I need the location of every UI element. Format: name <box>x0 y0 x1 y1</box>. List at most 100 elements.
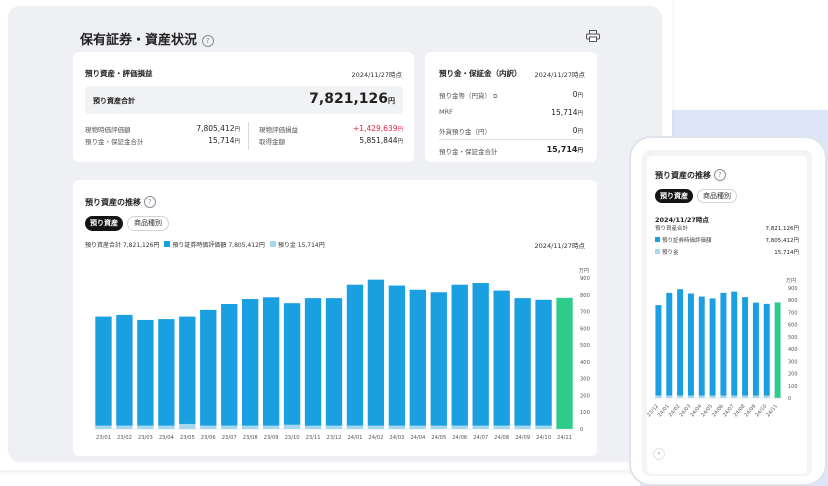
assets-card-title: 預り資産・評価損益 <box>85 69 153 78</box>
help-icon[interactable]: ? <box>201 35 214 47</box>
total-assets-box: 預り資産合計 7,821,126円 <box>85 86 403 114</box>
assets-trend-chart: 万円 0 100 200 300 400 500 600 700 800 900 23/01 23/02… <box>93 267 590 441</box>
y-axis-unit: 万円 <box>786 278 796 284</box>
bar-securities-24/05 <box>709 298 716 396</box>
phone-row-securities-value: 7,805,412円 <box>765 238 800 244</box>
bar-cash-24/01 <box>666 395 673 398</box>
desktop-frame: 保有証券・資産状況 ? 預り資産・評価損益 2024/11/27時点 預り資産合… <box>0 0 672 470</box>
market-value-number: 7,805,412 <box>196 124 235 133</box>
y-tick-label: 300 <box>788 359 798 365</box>
page-title: 保有証券・資産状況 ? <box>80 29 214 48</box>
x-tick-label: 23/12 <box>327 435 342 441</box>
bar-cash-24/03 <box>687 395 694 398</box>
bar-cash-24/05 <box>709 395 716 398</box>
bar-securities-24/10 <box>535 299 552 426</box>
y-tick-label: 600 <box>788 323 798 329</box>
y-tick-label: 700 <box>788 310 798 316</box>
bar-cash-23/07 <box>221 425 238 429</box>
cost-number: 5,851,844 <box>359 136 398 145</box>
y-tick-label: 0 <box>788 396 791 402</box>
bar-securities-24/08 <box>742 297 749 396</box>
bar-cash-23/05 <box>179 423 196 429</box>
legend-cash-swatch <box>269 241 276 247</box>
legend-total-value: 7,821,126円 <box>122 242 160 249</box>
cash-total-unit: 円 <box>234 139 240 145</box>
legend-securities-value: 7,805,412円 <box>228 242 265 249</box>
deposit-card: 預り金・保証金（内訳） 2024/11/27時点 預り金等（円貨） ⧉ 0円 M… <box>425 52 597 162</box>
cash-total-label: 預り金・保証金合計 <box>85 138 144 146</box>
phone-tab-assets[interactable]: 預り資産 <box>655 189 693 203</box>
bar-securities-24/08 <box>493 290 510 426</box>
bar-securities-24/06 <box>720 292 727 396</box>
bar-cash-24/01 <box>346 425 364 429</box>
x-tick-label: 24/10 <box>536 435 551 441</box>
bar-cash-24/10 <box>763 395 770 398</box>
y-tick-label: 900 <box>580 276 590 282</box>
phone-row-cash-label: 預り金 <box>655 248 679 256</box>
market-value-value: 7,805,412円 <box>176 124 240 133</box>
phone-screen: 預り資産の推移 ? 預り資産 商品種別 2024/11/27時点 預り資産合計 … <box>642 150 812 476</box>
x-tick-label: 23/08 <box>243 435 258 441</box>
bar-cash-24/09 <box>514 425 531 429</box>
phone-help-icon[interactable]: ? <box>713 169 726 181</box>
trend-legend: 預り資産合計 7,821,126円 預り証券時価評価額 7,805,412円 預… <box>85 240 325 249</box>
bar-cash-23/12 <box>325 425 343 429</box>
bar-securities-23/08 <box>242 298 259 426</box>
trend-help-icon[interactable]: ? <box>143 196 156 208</box>
phone-trend-chart: 万円010020030040050060070080090023/1224/01… <box>647 278 798 418</box>
bar-cash-24/07 <box>472 425 489 429</box>
unrealized-pl-unit: 円 <box>397 127 403 133</box>
bar-securities-23/06 <box>200 309 217 426</box>
total-assets-number: 7,821,126 <box>309 91 388 107</box>
bar-cash-24/04 <box>698 395 705 398</box>
deposit-total-value: 15,714円 <box>547 145 583 154</box>
bar-securities-23/07 <box>221 304 238 426</box>
bar-cash-23/04 <box>158 425 175 429</box>
external-link-icon[interactable]: ⧉ <box>493 93 497 100</box>
bar-cash-23/01 <box>95 425 112 429</box>
bar-cash-24/08 <box>493 425 510 429</box>
bar-securities-24/04 <box>698 296 705 396</box>
phone-cash-swatch <box>655 249 660 254</box>
bar-cash-24/03 <box>388 425 406 429</box>
bar-securities-24/10 <box>763 303 770 396</box>
market-value-label: 現物時価評価額 <box>85 126 131 134</box>
deposit-total-label: 預り金・保証金合計 <box>439 148 498 156</box>
bar-securities-24/01 <box>346 284 364 426</box>
bar-cash-23/12 <box>655 395 662 398</box>
tab-assets[interactable]: 預り資産 <box>85 216 123 231</box>
bar-securities-24/04 <box>409 289 426 426</box>
phone-row-cash-value: 15,714円 <box>774 250 799 256</box>
bar-securities-24/11 <box>556 297 573 429</box>
bar-cash-23/11 <box>304 425 322 429</box>
y-tick-label: 400 <box>580 360 590 366</box>
bar-securities-23/09 <box>262 297 280 426</box>
bar-securities-23/11 <box>304 298 322 426</box>
phone-tab-product-type[interactable]: 商品種別 <box>697 189 737 203</box>
bar-cash-23/02 <box>116 425 133 429</box>
total-assets-label: 預り資産合計 <box>93 97 135 105</box>
y-tick-label: 500 <box>580 343 590 349</box>
phone-trend-card: 預り資産の推移 ? 預り資産 商品種別 2024/11/27時点 預り資産合計 … <box>647 156 807 474</box>
bar-cash-23/08 <box>242 425 259 429</box>
bar-securities-24/02 <box>367 279 385 426</box>
y-tick-label: 400 <box>788 347 798 353</box>
y-tick-label: 0 <box>580 427 583 433</box>
tab-product-type[interactable]: 商品種別 <box>127 216 169 231</box>
y-tick-label: 600 <box>580 326 590 332</box>
print-icon[interactable] <box>586 30 600 42</box>
deposit-total-number: 15,714 <box>546 145 578 154</box>
legend-cash-value: 15,714円 <box>297 242 325 249</box>
bar-securities-23/02 <box>116 314 133 426</box>
deposit-card-date: 2024/11/27時点 <box>534 71 585 79</box>
deposit-row-mrf-value: 15,714円 <box>551 108 583 117</box>
bar-cash-24/10 <box>535 425 552 429</box>
phone-scroll-button[interactable]: ‹ <box>653 448 665 460</box>
x-tick-label: 23/04 <box>159 435 175 441</box>
assets-card-date: 2024/11/27時点 <box>351 71 402 79</box>
deposit-divider <box>439 139 583 140</box>
y-tick-label: 300 <box>580 377 590 383</box>
bar-securities-23/12 <box>325 298 343 426</box>
assets-card: 預り資産・評価損益 2024/11/27時点 預り資産合計 7,821,126円… <box>73 52 414 162</box>
trend-card-title: 預り資産の推移 ? <box>85 196 156 208</box>
